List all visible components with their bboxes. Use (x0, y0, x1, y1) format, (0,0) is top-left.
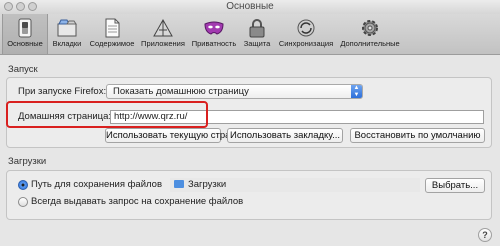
use-current-page-button[interactable]: Использовать текущую страницу (105, 128, 251, 143)
gear-icon (362, 20, 378, 36)
save-path-radio[interactable] (18, 180, 28, 190)
lock-icon (249, 19, 265, 38)
tab-sync[interactable]: Синхронизация (274, 14, 338, 54)
on-start-value: Показать домашнюю страницу (113, 86, 249, 97)
folder-icon (174, 180, 184, 188)
tab-security-label: Защита (243, 39, 271, 48)
tab-privacy-label: Приватность (191, 39, 237, 48)
close-window-button[interactable] (4, 2, 13, 11)
on-start-label: При запуске Firefox: (18, 86, 107, 97)
tab-advanced-label: Дополнительные (340, 39, 400, 48)
help-button[interactable]: ? (478, 228, 492, 242)
title-bar: Основные (0, 0, 500, 14)
downloads-section-title: Загрузки (8, 156, 47, 167)
sync-icon (297, 19, 315, 37)
use-bookmark-button[interactable]: Использовать закладку... (227, 128, 343, 143)
tabs-icon (57, 19, 77, 37)
startup-section-title: Запуск (8, 64, 38, 75)
page-icon (105, 18, 120, 38)
save-path-field[interactable]: Загрузки (170, 178, 420, 192)
select-arrows-icon: ▲ ▼ (351, 85, 362, 98)
highlight-annotation (6, 101, 208, 128)
tab-security[interactable]: Защита (240, 14, 274, 54)
restore-default-button[interactable]: Восстановить по умолчанию (350, 128, 485, 143)
minimize-window-button[interactable] (16, 2, 25, 11)
save-path-value: Загрузки (188, 179, 227, 190)
tab-tabs[interactable]: Вкладки (48, 14, 86, 54)
tab-general[interactable]: Основные (2, 14, 48, 54)
zoom-window-button[interactable] (28, 2, 37, 11)
tab-sync-label: Синхронизация (278, 39, 334, 48)
tab-applications[interactable]: Приложения (138, 14, 188, 54)
tab-tabs-label: Вкладки (52, 39, 82, 48)
always-ask-label: Всегда выдавать запрос на сохранение фай… (31, 196, 244, 207)
tab-advanced[interactable]: Дополнительные (338, 14, 402, 54)
preferences-window: Основные Основные Вкладки Содержимое При… (0, 0, 500, 246)
apps-icon (153, 18, 173, 37)
tab-applications-label: Приложения (141, 39, 185, 48)
preferences-toolbar: Основные Вкладки Содержимое Приложения П… (0, 14, 500, 55)
tab-content-label: Содержимое (89, 39, 135, 48)
switch-icon (18, 18, 32, 38)
save-path-label: Путь для сохранения файлов (31, 179, 162, 190)
tab-privacy[interactable]: Приватность (188, 14, 240, 54)
mask-icon (204, 21, 224, 35)
tab-content[interactable]: Содержимое (86, 14, 138, 54)
always-ask-radio[interactable] (18, 197, 28, 207)
tab-general-label: Основные (7, 39, 43, 48)
on-start-select[interactable]: Показать домашнюю страницу ▲ ▼ (106, 84, 363, 99)
choose-folder-button[interactable]: Выбрать... (425, 178, 485, 193)
window-title: Основные (226, 1, 274, 12)
